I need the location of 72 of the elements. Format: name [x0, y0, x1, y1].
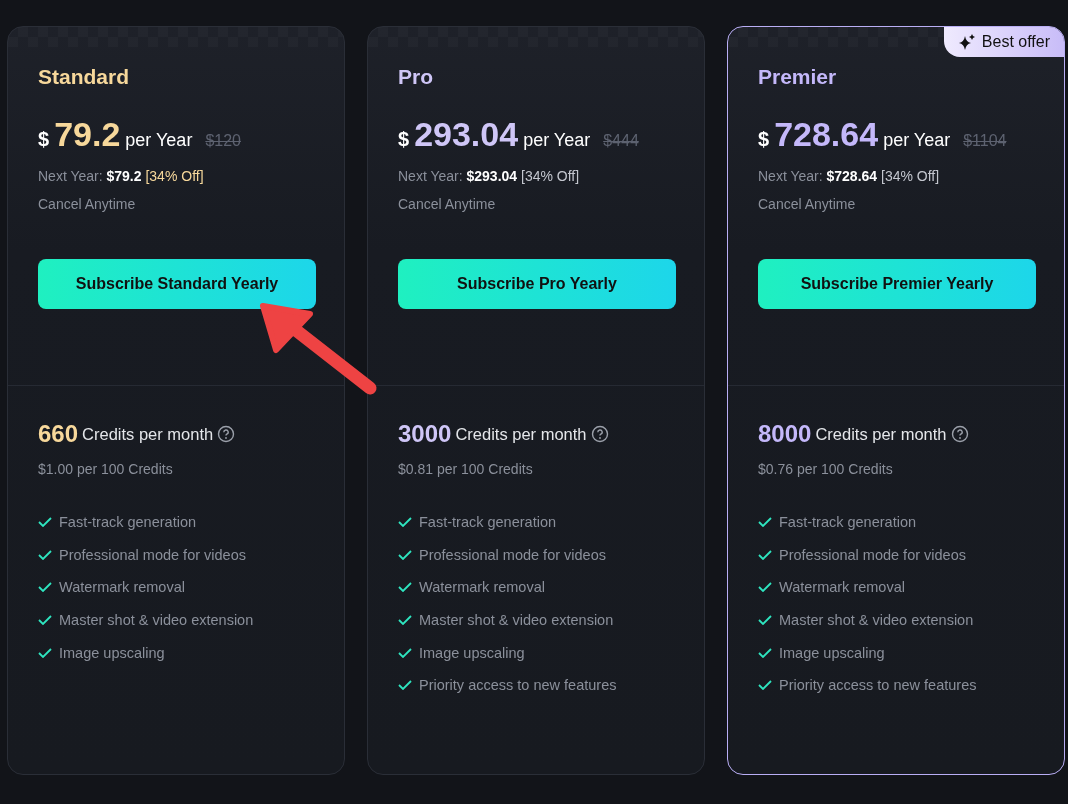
feature-text: Fast-track generation — [419, 514, 556, 531]
check-icon — [398, 615, 412, 626]
check-icon — [398, 517, 412, 528]
check-icon — [758, 680, 772, 691]
feature-text: Watermark removal — [419, 579, 545, 596]
feature-text: Master shot & video extension — [419, 612, 614, 629]
check-icon — [398, 582, 412, 593]
help-icon[interactable] — [217, 425, 236, 443]
price: 728.64 — [774, 115, 879, 154]
help-icon[interactable] — [950, 425, 969, 443]
feature-text: Master shot & video extension — [59, 612, 254, 629]
next-year-price: Next Year: $728.64 [34% Off] — [758, 168, 941, 184]
feature-text: Fast-track generation — [59, 514, 196, 531]
subscribe-button[interactable]: Subscribe Pro Yearly — [398, 259, 676, 309]
check-icon — [398, 680, 412, 691]
feature-text: Watermark removal — [59, 579, 185, 596]
next-year-price: Next Year: $79.2 [34% Off] — [38, 168, 205, 184]
original-price: $444 — [603, 132, 639, 150]
credits-amount: 8000 — [758, 420, 812, 448]
best-offer-badge: Best offer — [943, 27, 1064, 57]
check-icon — [38, 582, 52, 593]
feature-text: Priority access to new features — [779, 677, 977, 694]
check-icon — [758, 647, 772, 658]
cancel-note: Cancel Anytime — [38, 196, 136, 212]
check-icon — [38, 549, 52, 560]
check-icon — [758, 615, 772, 626]
currency-symbol: $ — [758, 128, 770, 151]
subscribe-button[interactable]: Subscribe Premier Yearly — [758, 259, 1036, 309]
next-year-price: Next Year: $293.04 [34% Off] — [398, 168, 581, 184]
feature-text: Image upscaling — [59, 644, 165, 661]
credits-label: Credits per month — [815, 424, 947, 444]
credit-rate: $0.81 per 100 Credits — [398, 461, 533, 477]
feature-text: Master shot & video extension — [779, 612, 974, 629]
cancel-note: Cancel Anytime — [398, 196, 496, 212]
credits-label: Credits per month — [455, 424, 587, 444]
billing-period: per Year — [883, 130, 951, 151]
check-icon — [758, 582, 772, 593]
check-icon — [38, 517, 52, 528]
price: 79.2 — [54, 115, 121, 154]
sparkle-icon — [957, 33, 976, 51]
price: 293.04 — [414, 115, 519, 154]
check-icon — [38, 615, 52, 626]
check-icon — [758, 517, 772, 528]
credits-amount: 660 — [38, 420, 79, 448]
check-icon — [38, 647, 52, 658]
feature-text: Fast-track generation — [779, 514, 916, 531]
feature-text: Professional mode for videos — [419, 546, 606, 563]
cancel-note: Cancel Anytime — [758, 196, 856, 212]
currency-symbol: $ — [398, 128, 410, 151]
feature-text: Image upscaling — [779, 644, 885, 661]
feature-text: Image upscaling — [419, 644, 525, 661]
plan-title: Standard — [38, 65, 129, 89]
original-price: $120 — [205, 132, 241, 150]
credit-rate: $1.00 per 100 Credits — [38, 461, 173, 477]
feature-text: Professional mode for videos — [59, 546, 246, 563]
billing-period: per Year — [523, 130, 591, 151]
feature-text: Professional mode for videos — [779, 546, 966, 563]
help-icon[interactable] — [590, 425, 609, 443]
check-icon — [398, 647, 412, 658]
plan-title: Pro — [398, 65, 433, 89]
check-icon — [758, 549, 772, 560]
feature-text: Priority access to new features — [419, 677, 617, 694]
currency-symbol: $ — [38, 128, 50, 151]
credit-rate: $0.76 per 100 Credits — [758, 461, 893, 477]
check-icon — [398, 549, 412, 560]
feature-text: Watermark removal — [779, 579, 905, 596]
plan-title: Premier — [758, 65, 837, 89]
subscribe-button[interactable]: Subscribe Standard Yearly — [38, 259, 316, 309]
credits-label: Credits per month — [82, 424, 214, 444]
billing-period: per Year — [125, 130, 193, 151]
credits-amount: 3000 — [398, 420, 452, 448]
original-price: $1104 — [963, 132, 1007, 150]
